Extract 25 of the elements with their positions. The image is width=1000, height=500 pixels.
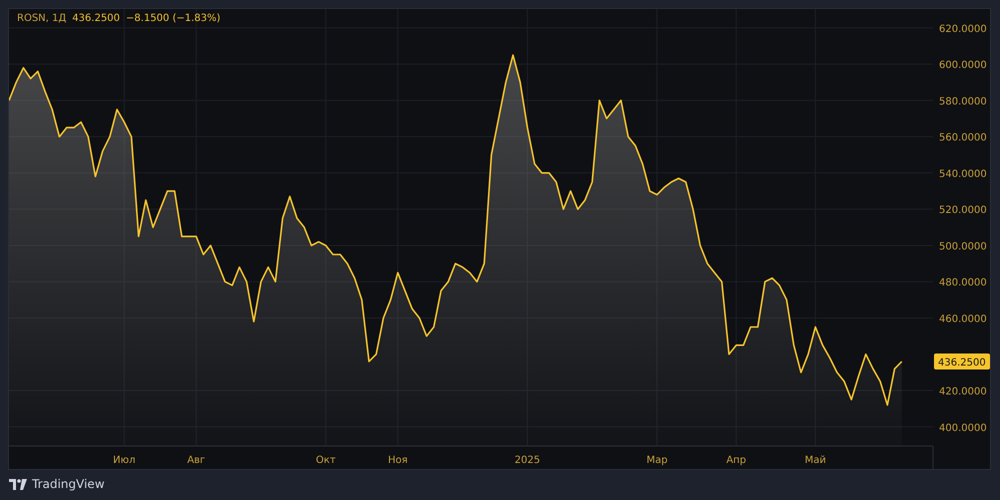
axis-label: 460.0000 [939,314,987,325]
axis-label: Май [804,455,826,466]
axis-label: Апр [726,455,746,466]
axis-label: 400.0000 [939,422,987,434]
ticker-label: ROSN, 1Д [17,13,66,24]
price-tag: 436.2500 [934,354,990,370]
axis-label: 600.0000 [939,60,987,72]
axis-label: 420.0000 [939,386,987,398]
price-value: 436.2500 [72,13,120,24]
axis-label: Окт [316,455,336,466]
axis-label: 500.0000 [939,241,987,252]
axis-label: Мар [646,455,668,466]
axis-label: 520.0000 [939,205,987,216]
axis-label: 580.0000 [939,96,987,108]
axis-label: 480.0000 [939,278,987,289]
axis-label: Июл [113,455,136,466]
axis-label: Ноя [388,455,408,466]
axis-label: 540.0000 [939,168,987,180]
axis-label: 560.0000 [939,132,987,144]
brand-name: TradingView [32,477,105,491]
price-change: −8.1500 (−1.83%) [126,13,220,24]
axis-label: Авг [187,455,206,466]
logo-icon [9,478,27,490]
axis-label: 2025 [514,455,540,466]
axis-label: 620.0000 [939,24,987,35]
